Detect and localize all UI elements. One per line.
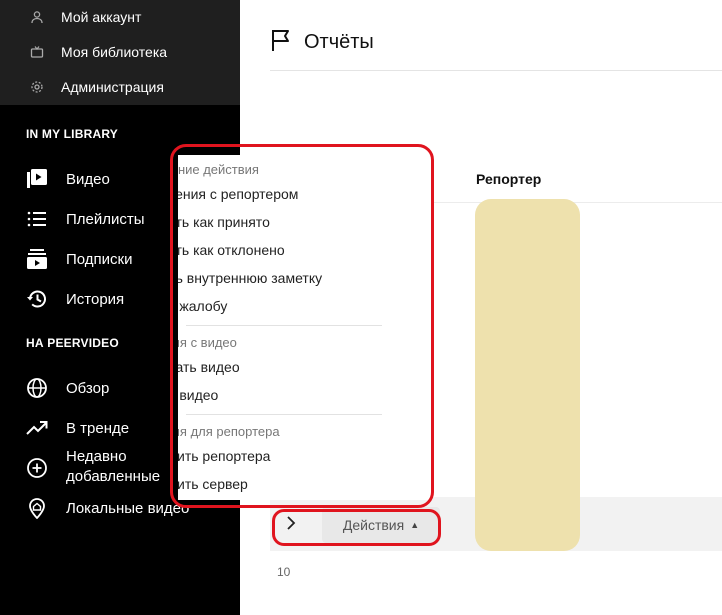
sidebar-item-videos[interactable]: Видео <box>26 168 110 190</box>
sidebar-item-label: Видео <box>66 170 110 188</box>
sidebar-item-local-videos[interactable]: Локальные видео <box>26 497 189 519</box>
page-header: Отчёты <box>270 28 374 57</box>
menu-item-message-reporter[interactable]: Сообщения с репортером <box>178 186 298 202</box>
page-title: Отчёты <box>304 31 374 53</box>
menu-item-mark-rejected[interactable]: Отметить как отклонено <box>178 242 285 258</box>
dropdown-section-internal: Внутренние действия <box>178 162 259 177</box>
header-divider <box>270 70 722 71</box>
dropdown-section-video: Действия с видео <box>178 335 237 350</box>
sidebar-item-label: Обзор <box>66 379 110 397</box>
menu-item-mark-accepted[interactable]: Отметить как принято <box>178 214 270 230</box>
sidebar-item-trending[interactable]: В тренде <box>26 417 129 439</box>
actions-button[interactable]: Действия ▲ <box>322 507 440 543</box>
section-title-peervideo: НА PEERVIDEO <box>26 336 119 350</box>
actions-button-label: Действия <box>342 517 405 533</box>
caret-up-icon: ▲ <box>410 520 420 530</box>
sidebar-item-discover[interactable]: Обзор <box>26 377 109 399</box>
playlist-icon <box>26 208 48 230</box>
sidebar-item-my-library[interactable]: Моя библиотека <box>30 42 167 62</box>
actions-dropdown-menu: Внутренние действия Сообщения с репортер… <box>178 155 430 500</box>
video-icon <box>26 168 48 190</box>
sidebar-item-label: Администрация <box>61 79 164 95</box>
redacted-area <box>475 199 580 551</box>
globe-icon <box>26 377 48 399</box>
menu-item-delete-video[interactable]: Удалить видео <box>178 387 218 403</box>
menu-item-add-note[interactable]: Добавить внутреннюю заметку <box>178 270 322 286</box>
sidebar-item-history[interactable]: История <box>26 288 124 310</box>
sidebar-item-label: Локальные видео <box>66 499 190 517</box>
sidebar-item-administration[interactable]: Администрация <box>30 77 164 97</box>
subscriptions-icon <box>26 248 48 270</box>
sidebar-item-label: Недавно добавленные <box>66 448 161 485</box>
sidebar-item-label: История <box>66 290 125 308</box>
table-header-divider <box>432 202 722 203</box>
history-icon <box>26 288 48 310</box>
chevron-right-icon[interactable] <box>284 514 298 532</box>
sidebar-item-label: Мой аккаунт <box>61 9 142 25</box>
flag-icon <box>270 28 292 57</box>
sidebar-item-label: Плейлисты <box>66 210 145 228</box>
menu-item-block-video[interactable]: Заблокировать видео <box>178 359 240 375</box>
menu-item-mute-server[interactable]: Исключить сервер <box>178 476 248 492</box>
account-menu: Мой аккаунт Моя библиотека Администрация <box>0 0 240 105</box>
dropdown-section-reporter: Действия для репортера <box>178 424 280 439</box>
sidebar-item-label: Подписки <box>66 250 133 268</box>
sidebar-item-playlists[interactable]: Плейлисты <box>26 208 145 230</box>
sidebar-item-my-account[interactable]: Мой аккаунт <box>30 7 141 27</box>
section-title-library: IN MY LIBRARY <box>26 127 118 141</box>
dropdown-divider <box>186 414 382 415</box>
plus-circle-icon <box>26 457 48 479</box>
home-pin-icon <box>26 497 48 519</box>
trending-icon <box>26 417 48 439</box>
sidebar-item-subscriptions[interactable]: Подписки <box>26 248 133 270</box>
menu-item-mute-reporter[interactable]: Исключить репортера <box>178 448 270 464</box>
gear-icon <box>30 80 44 94</box>
user-icon <box>30 10 44 24</box>
sidebar-item-label: В тренде <box>66 419 130 437</box>
pagination-count: 10 <box>277 565 291 579</box>
sidebar-item-recently-added[interactable]: Недавно добавленные <box>26 447 176 487</box>
tv-icon <box>30 45 44 59</box>
dropdown-divider <box>186 325 382 326</box>
sidebar-item-label: Моя библиотека <box>61 44 168 60</box>
menu-item-delete-report[interactable]: Удалить жалобу <box>178 298 227 314</box>
column-header-reporter[interactable]: Репортер <box>476 171 541 187</box>
